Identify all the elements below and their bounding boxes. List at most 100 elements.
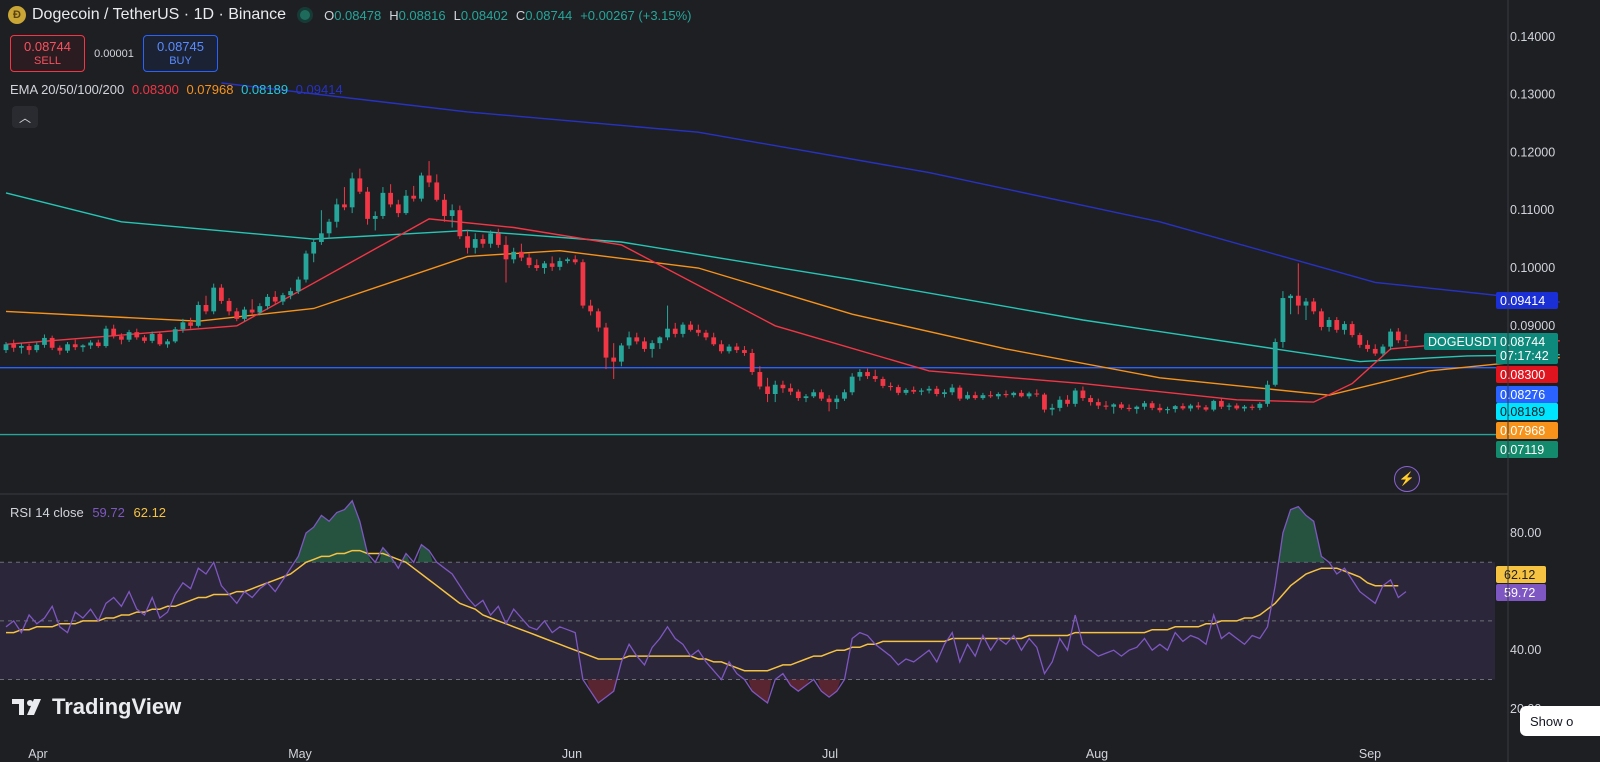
candle-body [372,215,378,219]
candle-body [926,388,932,391]
candle-body [426,175,432,183]
candle-body [1019,392,1024,397]
candle-body [542,263,547,268]
candle-body [380,192,386,216]
ema200-value: 0.09414 [295,82,343,97]
candle-body [511,251,517,260]
candle-body [1149,403,1155,408]
price-label-ema-50: 0.07968 [1496,422,1558,439]
symbol-title[interactable]: Dogecoin / TetherUS · 1D · Binance [32,6,286,24]
collapse-legend-button[interactable]: ︿ [12,106,38,128]
rsi-legend[interactable]: RSI 14 close 59.72 62.12 [10,505,171,520]
candle-body [1334,320,1340,330]
candle-body [395,204,401,214]
tradingview-logo[interactable]: TradingView [12,694,181,720]
candle-body [1042,394,1047,410]
candle-body [34,344,40,351]
ema-legend[interactable]: EMA 20/50/100/200 0.08300 0.07968 0.0818… [10,82,347,97]
candle-body [1357,335,1363,345]
flash-icon[interactable]: ⚡ [1394,466,1420,492]
candle-body [942,392,947,395]
candle-body [403,195,409,214]
candle-body [1003,394,1009,396]
candle-body [1111,404,1117,407]
ohlc-close: C0.08744 [515,7,573,23]
rsi-value-label: 59.72 [1496,584,1546,601]
candle-body [342,204,347,208]
sell-button[interactable]: 0.08744 SELL [10,35,85,72]
trade-panel: 0.08744 SELL 0.00001 0.08745 BUY [0,35,218,72]
price-chart[interactable]: 0.14000 0.13000 0.12000 0.11000 0.10000 0.090… [0,0,1600,762]
price-label-horizontal-line: 0.08276 [1496,386,1558,403]
price-label-text: DOGEUSDT [1428,335,1499,349]
candle-body [857,372,863,377]
candle-body [1180,406,1186,409]
candle-body [849,376,855,393]
chevron-up-icon: ︿ [18,110,31,125]
ema100-value: 0.08189 [241,82,289,97]
candle-body [95,342,101,347]
candle-body [1326,320,1332,327]
rsi-value-label: 62.12 [1496,566,1546,583]
candle-body [126,332,132,340]
candle-body [488,233,493,244]
candle-body [303,253,309,280]
candle-body [988,395,993,397]
candle-body [865,372,870,377]
price-label-text: 07:17:42 [1500,349,1549,363]
candle [303,250,309,283]
candle-body [834,398,840,403]
candle-body [149,333,155,341]
candle-body [957,387,963,399]
candle-body [265,296,270,307]
candle-body [965,395,970,399]
candle-body [503,244,509,260]
market-status-icon[interactable] [300,10,311,20]
candle-body [519,251,524,258]
candle-body [1249,406,1255,408]
candle-body [119,336,124,340]
price-label-ema-200: 0.09414 [1496,292,1558,309]
candle-body [1011,392,1017,396]
candle-body [211,287,217,312]
candle-body [1226,405,1232,407]
ema-legend-label: EMA 20/50/100/200 [10,82,125,97]
candle-body [680,324,686,334]
time-tick-label: Jul [822,747,838,761]
candle-body [1088,398,1093,403]
buy-button[interactable]: 0.08745 BUY [143,35,218,72]
candle-body [919,390,924,392]
candle-body [603,327,609,358]
candle-body [442,199,447,216]
candle-body [672,328,678,334]
candle-body [580,262,586,306]
candle-body [88,342,93,346]
candle-body [826,398,832,403]
price-label-ema-20: 0.08300 [1496,366,1558,383]
candle-body [1119,404,1124,408]
show-overlay-button[interactable]: Show o [1520,706,1600,736]
candle-body [1188,405,1193,409]
candle-body [534,265,540,268]
price-label-text: 0.08276 [1500,388,1545,402]
candle [103,325,109,348]
ema20-value: 0.08300 [131,82,179,97]
candle-body [249,309,255,313]
candle-body [1211,400,1217,410]
candle-body [226,300,232,312]
spread-value: 0.00001 [94,47,134,60]
candle-body [203,304,209,312]
sell-label: SELL [34,54,61,67]
price-tick-label: 0.09000 [1510,319,1555,333]
candle-body [19,346,24,348]
candle-body [1280,298,1286,342]
tradingview-logo-icon [12,699,41,715]
candle-body [188,322,193,326]
ohlc-high: H0.08816 [389,7,446,23]
candle-body [711,337,717,345]
candle-body [272,296,278,302]
candle-body [1234,405,1240,409]
candle-body [657,337,663,344]
rsi-value-text: 62.12 [1504,568,1535,582]
candle-body [1265,384,1270,404]
